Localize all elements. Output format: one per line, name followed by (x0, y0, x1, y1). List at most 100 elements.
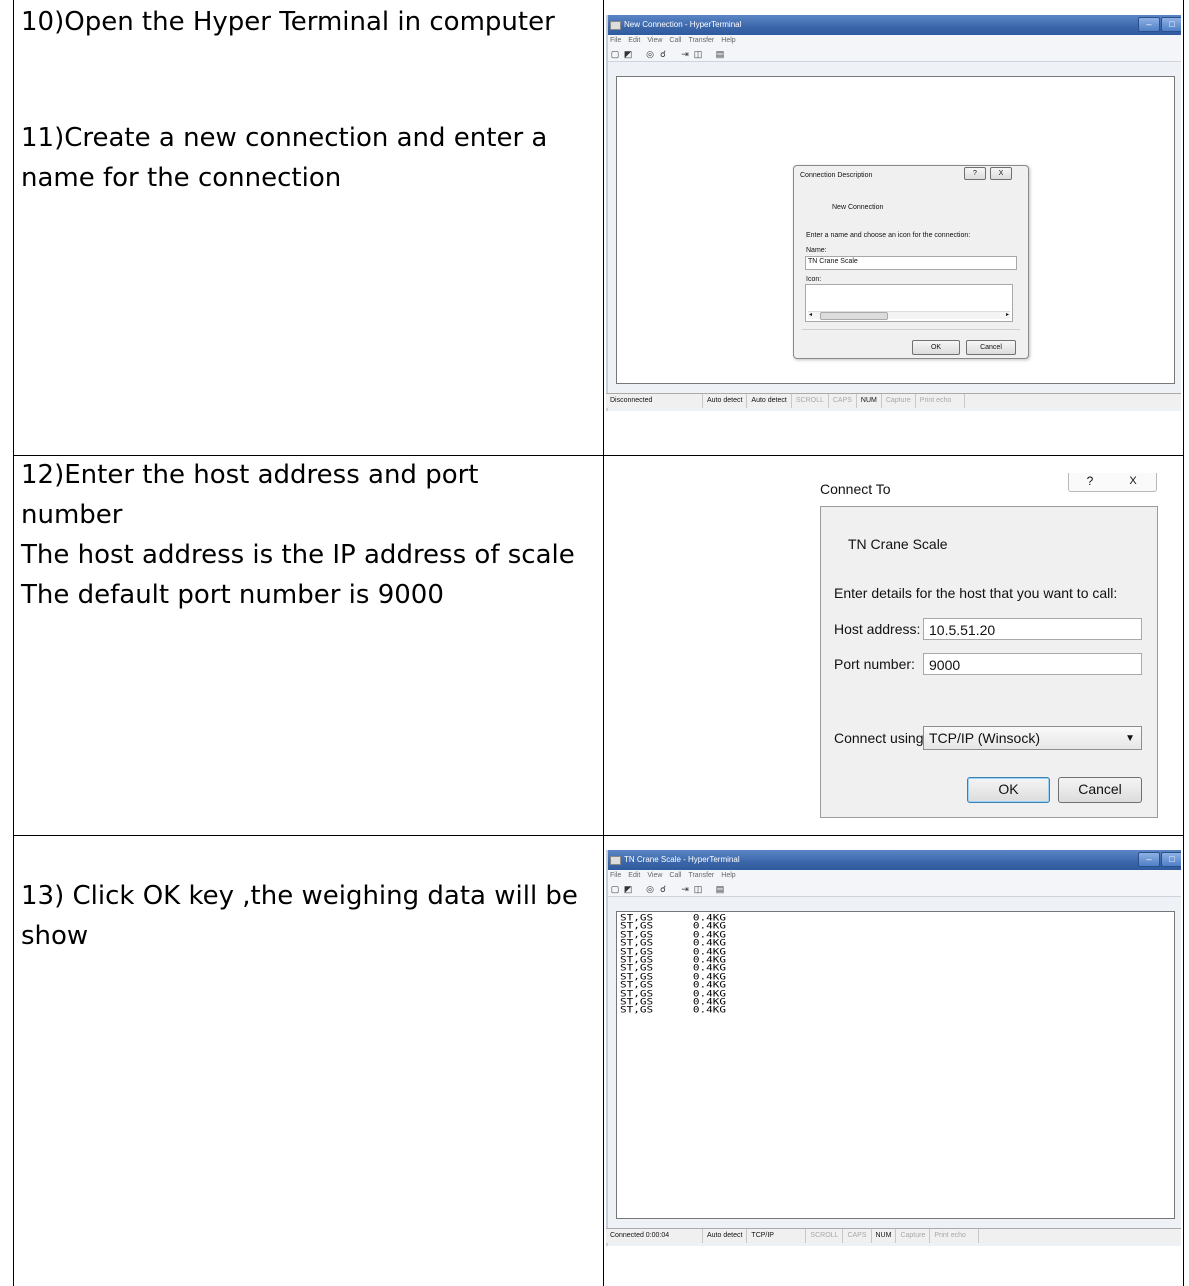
status-num: NUM (857, 394, 882, 408)
step-12-text: 12)Enter the host address and port numbe… (21, 455, 575, 615)
menu-file[interactable]: File (610, 35, 621, 47)
window-title: New Connection - HyperTerminal (624, 20, 742, 29)
hyperterminal-app-icon (610, 856, 621, 865)
connection-name-caption: New Connection (832, 204, 884, 211)
send-icon[interactable]: ⇥ (680, 48, 690, 60)
icon-list-scrollbar[interactable]: ◂ ▸ (808, 311, 1010, 320)
scroll-thumb[interactable] (820, 312, 888, 320)
open-folder-icon[interactable]: ◩ (623, 883, 633, 895)
status-capture: Capture (896, 1229, 931, 1243)
toolbar: ▢ ◩ ◎ ☌ ⇥ ◫ ▤ (606, 882, 1181, 897)
maximize-icon[interactable]: □ (1161, 17, 1181, 32)
menu-call[interactable]: Call (669, 870, 681, 882)
icon-list[interactable]: ◂ ▸ (805, 284, 1013, 322)
step-line: number (21, 500, 123, 530)
cancel-button[interactable]: Cancel (966, 340, 1016, 355)
table-border-right (1183, 0, 1184, 1286)
disconnect-icon[interactable]: ☌ (658, 883, 668, 895)
minimize-icon[interactable]: – (1138, 852, 1160, 867)
port-number-input[interactable]: 9000 (923, 653, 1142, 675)
step-line: show (21, 921, 89, 951)
terminal-output: ST,GS 0.4KG ST,GS 0.4KG ST,GS 0.4KG ST,G… (620, 913, 726, 1016)
icon-label: Icon: (806, 276, 822, 283)
title-bar: TN Crane Scale - HyperTerminal – □ (606, 850, 1181, 870)
connect-icon[interactable]: ◎ (645, 883, 655, 895)
step-line: 12)Enter the host address and port (21, 460, 479, 490)
connect-using-select[interactable]: TCP/IP (Winsock) ▼ (923, 726, 1142, 750)
new-file-icon[interactable]: ▢ (610, 48, 620, 60)
status-port-settings: Auto detect (747, 394, 792, 408)
dialog-title: Connection Description (800, 172, 873, 179)
menu-transfer[interactable]: Transfer (688, 35, 714, 47)
help-button[interactable]: ? (1068, 473, 1112, 492)
receive-icon[interactable]: ◫ (693, 883, 703, 895)
window-controls: – □ (1138, 17, 1181, 32)
menu-view[interactable]: View (647, 35, 662, 47)
new-file-icon[interactable]: ▢ (610, 883, 620, 895)
step-10-text: 10)Open the Hyper Terminal in computer (21, 2, 555, 42)
send-icon[interactable]: ⇥ (680, 883, 690, 895)
status-caps: CAPS (829, 394, 857, 408)
port-number-label: Port number: (834, 656, 915, 672)
open-folder-icon[interactable]: ◩ (623, 48, 633, 60)
ok-button[interactable]: OK (912, 340, 960, 355)
menu-help[interactable]: Help (721, 870, 735, 882)
close-icon: X (1129, 475, 1137, 487)
name-field[interactable]: TN Crane Scale (805, 256, 1017, 270)
status-port-settings: TCP/IP (747, 1229, 807, 1243)
menu-call[interactable]: Call (669, 35, 681, 47)
menu-bar: File Edit View Call Transfer Help (606, 35, 1181, 47)
step-line: 13) Click OK key ,the weighing data will… (21, 881, 578, 911)
hyperterminal-window-new-connection: New Connection - HyperTerminal – □ File … (606, 15, 1181, 411)
ok-button[interactable]: OK (967, 777, 1050, 803)
host-address-input[interactable]: 10.5.51.20 (923, 618, 1142, 640)
menu-file[interactable]: File (610, 870, 621, 882)
properties-icon[interactable]: ▤ (715, 883, 725, 895)
menu-help[interactable]: Help (721, 35, 735, 47)
step-line: name for the connection (21, 163, 342, 193)
terminal-area[interactable]: ST,GS 0.4KG ST,GS 0.4KG ST,GS 0.4KG ST,G… (616, 911, 1175, 1219)
help-icon: ? (1086, 474, 1094, 488)
step-line: The host address is the IP address of sc… (21, 540, 575, 570)
scroll-left-icon[interactable]: ◂ (809, 311, 812, 318)
instruction-text: Enter a name and choose an icon for the … (806, 232, 971, 239)
status-capture: Capture (882, 394, 916, 408)
dialog-title: Connect To (820, 481, 891, 497)
menu-bar: File Edit View Call Transfer Help (606, 870, 1181, 882)
status-terminal-type: Auto detect (703, 1229, 748, 1243)
hyperterminal-window-tn-crane-scale: TN Crane Scale - HyperTerminal – □ File … (606, 850, 1181, 1246)
menu-edit[interactable]: Edit (628, 35, 640, 47)
minimize-icon[interactable]: – (1138, 17, 1160, 32)
table-border-left (13, 0, 14, 1286)
status-print-echo: Print echo (930, 1229, 980, 1243)
connect-using-label: Connect using: (834, 730, 928, 746)
disconnect-icon[interactable]: ☌ (658, 48, 668, 60)
status-bar: Connected 0:00:04 Auto detect TCP/IP SCR… (606, 1228, 1181, 1243)
table-column-divider (603, 0, 604, 1286)
name-label: Name: (806, 247, 827, 254)
window-controls: – □ (1138, 852, 1181, 867)
receive-icon[interactable]: ◫ (693, 48, 703, 60)
menu-edit[interactable]: Edit (628, 870, 640, 882)
instruction-text: Enter details for the host that you want… (834, 585, 1118, 601)
maximize-icon[interactable]: □ (1161, 852, 1181, 867)
cancel-button[interactable]: Cancel (1058, 777, 1142, 803)
dialog-separator (802, 329, 1020, 330)
window-title: TN Crane Scale - HyperTerminal (624, 855, 740, 864)
connect-icon[interactable]: ◎ (645, 48, 655, 60)
terminal-line: ST,GS 0.4KG (620, 1004, 726, 1016)
properties-icon[interactable]: ▤ (715, 48, 725, 60)
terminal-area[interactable]: Connection Description ? X New Connectio… (616, 76, 1175, 384)
title-bar: New Connection - HyperTerminal – □ (606, 15, 1181, 35)
connection-name-caption: TN Crane Scale (848, 536, 948, 552)
status-connection: Connected 0:00:04 (606, 1229, 703, 1243)
connect-using-value: TCP/IP (Winsock) (929, 730, 1040, 746)
help-icon[interactable]: ? (964, 167, 986, 180)
step-11-text: 11)Create a new connection and enter a n… (21, 118, 547, 198)
close-icon[interactable]: X (990, 167, 1012, 180)
close-button[interactable]: X (1110, 473, 1157, 492)
scroll-right-icon[interactable]: ▸ (1006, 311, 1009, 318)
menu-view[interactable]: View (647, 870, 662, 882)
menu-transfer[interactable]: Transfer (688, 870, 714, 882)
window-edge (606, 850, 608, 1246)
